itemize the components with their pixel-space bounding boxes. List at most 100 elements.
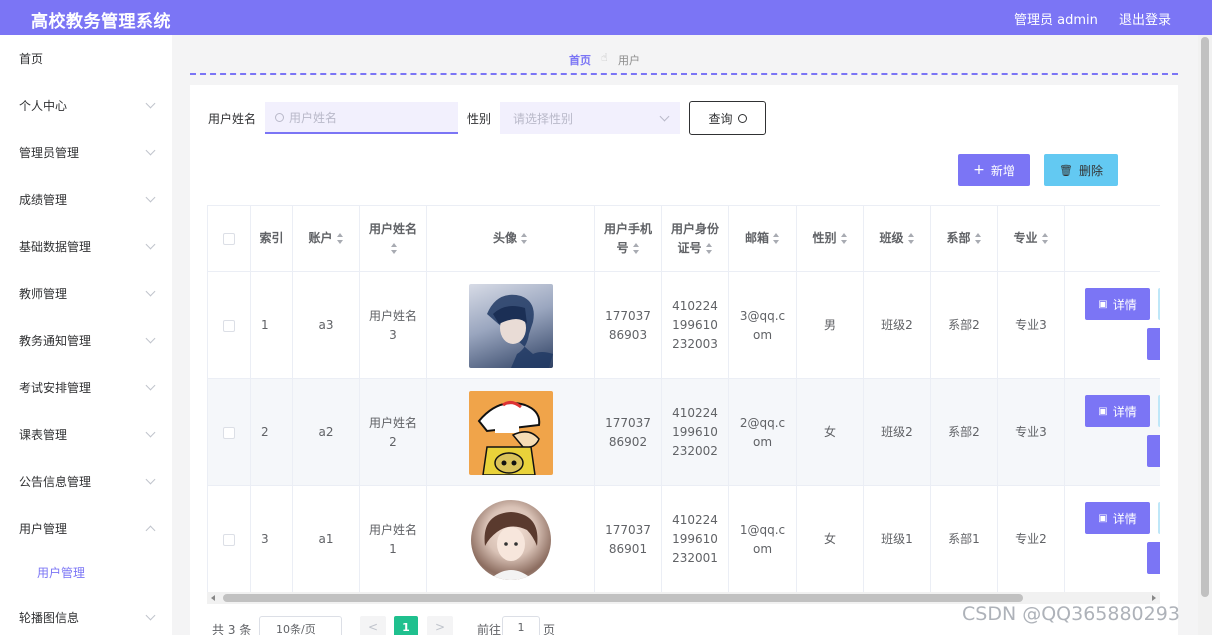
hand-icon: ☝ [601, 51, 608, 64]
page-number-current[interactable]: 1 [394, 616, 418, 635]
sidebar-item-timetable[interactable]: 课表管理 [0, 411, 172, 458]
table-row: 1 a3 用户姓名3 17703786903 41022419961023200… [208, 272, 1160, 379]
row-delete-button[interactable] [1147, 435, 1160, 467]
plus-icon: + [973, 162, 985, 178]
chevron-down-icon [145, 427, 156, 438]
sidebar-item-carousel[interactable]: 轮播图信息 [0, 594, 172, 635]
user-avatar-image [468, 283, 553, 368]
column-header-label: 账户 [308, 231, 333, 245]
column-header-class[interactable]: 班级 [864, 206, 931, 272]
column-header-label: 系部 [946, 231, 971, 245]
sort-icon[interactable] [907, 233, 915, 244]
row-checkbox[interactable] [223, 426, 235, 439]
detail-button[interactable]: ▣ 详情 [1085, 395, 1150, 427]
sidebar-item-label: 教务通知管理 [19, 334, 92, 348]
cell-class: 班级2 [864, 379, 931, 486]
sidebar-item-label: 管理员管理 [19, 146, 80, 160]
sidebar-item-grades[interactable]: 成绩管理 [0, 176, 172, 223]
sidebar-item-notices[interactable]: 教务通知管理 [0, 317, 172, 364]
column-header-phone[interactable]: 用户手机号 [595, 206, 662, 272]
scrollbar-thumb[interactable] [223, 594, 1023, 602]
page-vertical-scrollbar[interactable] [1198, 35, 1212, 635]
sort-icon[interactable] [336, 233, 344, 244]
sidebar-item-label: 公告信息管理 [19, 475, 92, 489]
sort-icon[interactable] [632, 242, 640, 254]
cell-index: 1 [251, 272, 293, 379]
sidebar-item-basic-data[interactable]: 基础数据管理 [0, 223, 172, 270]
column-header-label: 班级 [879, 231, 904, 245]
cell-dept: 系部2 [931, 272, 998, 379]
next-page-button[interactable]: > [427, 616, 453, 635]
top-header: 高校教务管理系统 管理员 admin 退出登录 [0, 0, 1212, 35]
column-header-label: 用户手机号 [603, 221, 652, 255]
sort-icon[interactable] [840, 233, 848, 244]
cell-idcard: 410224199610232002 [662, 379, 729, 486]
column-header-label: 头像 [492, 231, 517, 245]
gender-select[interactable]: 请选择性别 [500, 102, 680, 134]
column-header-actions [1065, 206, 1160, 272]
scrollbar-thumb[interactable] [1201, 37, 1209, 597]
cell-avatar [427, 272, 595, 379]
add-button-label: 新增 [990, 163, 1015, 178]
csdn-watermark: CSDN @QQ365880293 [962, 603, 1180, 625]
breadcrumb-current: 用户 [618, 54, 640, 67]
column-header-account[interactable]: 账户 [293, 206, 360, 272]
sort-icon[interactable] [391, 242, 398, 254]
cell-major: 专业2 [998, 486, 1065, 592]
logout-link[interactable]: 退出登录 [1119, 9, 1171, 28]
name-search-input[interactable]: 用户姓名 [265, 102, 458, 134]
column-header-major[interactable]: 专业 [998, 206, 1065, 272]
prev-page-button[interactable]: < [360, 616, 386, 635]
breadcrumb-home[interactable]: 首页 [569, 52, 591, 68]
page-size-select[interactable]: 10条/页 [259, 616, 342, 635]
sidebar-item-personal[interactable]: 个人中心 [0, 82, 172, 129]
select-all-checkbox[interactable] [223, 232, 235, 245]
document-icon: ▣ [1098, 512, 1108, 524]
row-checkbox[interactable] [223, 319, 235, 332]
detail-button[interactable]: ▣ 详情 [1085, 502, 1150, 534]
column-header-name[interactable]: 用户姓名 [360, 206, 427, 272]
sidebar-item-admins[interactable]: 管理员管理 [0, 129, 172, 176]
table-row: 2 a2 用户姓名2 17703786902 41022419961023200… [208, 379, 1160, 486]
sidebar-item-label: 考试安排管理 [19, 381, 92, 395]
edit-button[interactable] [1158, 502, 1160, 534]
detail-button[interactable]: ▣ 详情 [1085, 288, 1150, 320]
column-header-email[interactable]: 邮箱 [729, 206, 797, 272]
sidebar-item-exams[interactable]: 考试安排管理 [0, 364, 172, 411]
breadcrumb: 首页 ☝ 用户 [190, 45, 1178, 75]
column-header-avatar[interactable]: 头像 [427, 206, 595, 272]
row-checkbox[interactable] [223, 533, 235, 546]
row-delete-button[interactable] [1147, 542, 1160, 574]
sort-icon[interactable] [521, 233, 528, 244]
detail-button-label: 详情 [1112, 297, 1137, 312]
sidebar-item-users[interactable]: 用户管理 [0, 505, 172, 552]
sort-icon[interactable] [773, 233, 780, 244]
query-button[interactable]: 查询 [689, 101, 766, 135]
scroll-right-arrow-icon[interactable] [1152, 595, 1156, 601]
column-header-gender[interactable]: 性别 [797, 206, 864, 272]
scroll-left-arrow-icon[interactable] [211, 595, 215, 601]
column-header-dept[interactable]: 系部 [931, 206, 998, 272]
sidebar-item-announcements[interactable]: 公告信息管理 [0, 458, 172, 505]
sort-icon[interactable] [705, 242, 713, 254]
edit-button[interactable] [1158, 395, 1160, 427]
sort-icon[interactable] [1041, 233, 1049, 244]
edit-button[interactable] [1158, 288, 1160, 320]
sidebar-subitem-user-management[interactable]: 用户管理 [0, 550, 172, 594]
cell-gender: 男 [797, 272, 864, 379]
delete-button[interactable]: 🗑 删除 [1044, 154, 1118, 186]
add-button[interactable]: + 新增 [958, 154, 1030, 186]
chevron-down-icon [659, 111, 670, 122]
chevron-down-icon [145, 192, 156, 203]
sort-icon[interactable] [974, 233, 982, 244]
column-header-idcard[interactable]: 用户身份证号 [662, 206, 729, 272]
row-delete-button[interactable] [1147, 328, 1160, 360]
sidebar-item-teachers[interactable]: 教师管理 [0, 270, 172, 317]
cell-name: 用户姓名1 [360, 486, 427, 592]
delete-button-label: 删除 [1078, 163, 1103, 178]
sidebar-item-home[interactable]: 首页 [0, 35, 172, 82]
row-checkbox-cell [208, 272, 251, 379]
cell-class: 班级1 [864, 486, 931, 592]
cell-account: a2 [293, 379, 360, 486]
goto-page-input[interactable]: 1 [502, 616, 540, 635]
